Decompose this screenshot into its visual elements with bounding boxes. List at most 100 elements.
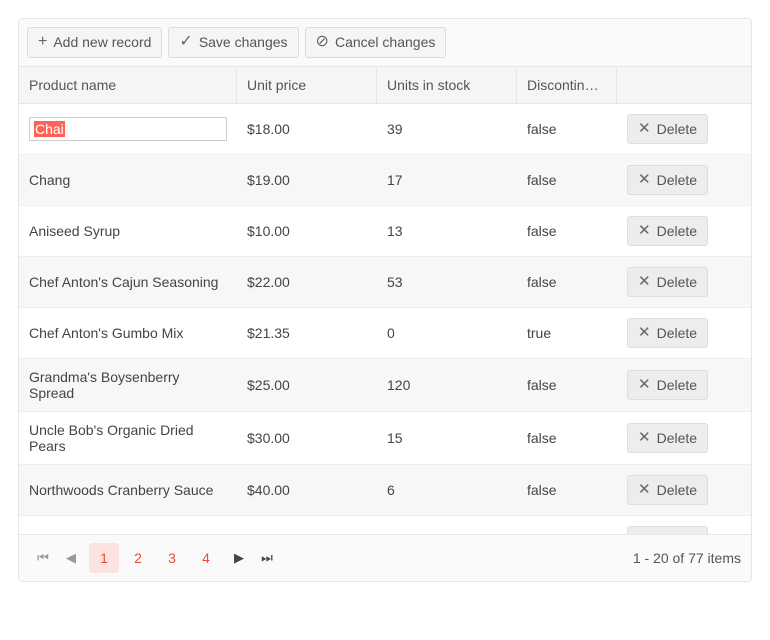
cell-units-in-stock[interactable]: 0 (377, 315, 517, 351)
cancel-changes-button[interactable]: ⊘ Cancel changes (305, 27, 447, 58)
close-icon: ✕ (638, 325, 651, 340)
cell-product-name[interactable]: Chef Anton's Cajun Seasoning (19, 264, 237, 300)
column-header-stock[interactable]: Units in stock (377, 67, 517, 103)
plus-icon: + (38, 34, 47, 50)
cell-product-name[interactable]: Aniseed Syrup (19, 213, 237, 249)
cell-commands: ✕Delete (617, 413, 751, 463)
table-row: Chang$19.0017false ✕ Delete (19, 155, 751, 206)
cell-discontinued[interactable]: true (517, 523, 617, 534)
delete-button[interactable]: ✕ Delete (627, 216, 708, 246)
cell-units-in-stock[interactable]: 39 (377, 111, 517, 147)
delete-button[interactable]: ✕ Delete (627, 370, 708, 400)
delete-label: Delete (657, 533, 697, 534)
cell-units-in-stock[interactable]: 53 (377, 264, 517, 300)
column-header-commands (617, 67, 751, 103)
delete-button[interactable]: ✕ Delete (627, 267, 708, 297)
cell-discontinued[interactable]: true (517, 315, 617, 351)
cell-unit-price[interactable]: $10.00 (237, 213, 377, 249)
delete-button[interactable]: ✕Delete (627, 318, 708, 348)
cancel-changes-label: Cancel changes (335, 34, 435, 51)
add-record-label: Add new record (53, 34, 151, 51)
column-header-discontinued[interactable]: Discontin… (517, 67, 617, 103)
delete-label: Delete (657, 121, 697, 137)
cell-commands: ✕ Delete (617, 360, 751, 410)
cell-product-name: Chai (19, 107, 237, 151)
table-row: Northwoods Cranberry Sauce$40.006false ✕ D… (19, 465, 751, 516)
save-changes-button[interactable]: ✓ Save changes (168, 27, 298, 58)
delete-label: Delete (657, 172, 697, 188)
cell-discontinued[interactable]: false (517, 162, 617, 198)
close-icon: ✕ (638, 121, 651, 136)
delete-button[interactable]: ✕ Delete (627, 165, 708, 195)
table-row: Uncle Bob's Organic Dried Pears$30.0015f… (19, 412, 751, 465)
close-icon: ✕ (638, 482, 651, 497)
cell-product-name[interactable]: Chang (19, 162, 237, 198)
table-row: Chai $18.0039false ✕ Delete (19, 104, 751, 155)
pager-next-icon[interactable]: ▶ (225, 544, 253, 572)
pager-pages: 1234 (89, 543, 221, 573)
delete-button[interactable]: ✕Delete (627, 423, 708, 453)
cell-product-name[interactable]: Uncle Bob's Organic Dried Pears (19, 412, 237, 464)
cell-unit-price[interactable]: $22.00 (237, 264, 377, 300)
table-row: Aniseed Syrup$10.0013false ✕ Delete (19, 206, 751, 257)
cell-discontinued[interactable]: false (517, 472, 617, 508)
close-icon: ✕ (638, 274, 651, 289)
cell-discontinued[interactable]: false (517, 111, 617, 147)
delete-button[interactable]: ✕ Delete (627, 114, 708, 144)
pager-first-icon[interactable]: ⏮ (29, 544, 57, 572)
cell-units-in-stock[interactable]: 15 (377, 420, 517, 456)
cell-units-in-stock[interactable]: 13 (377, 213, 517, 249)
close-icon: ✕ (638, 172, 651, 187)
cell-unit-price[interactable]: $40.00 (237, 472, 377, 508)
cell-unit-price[interactable]: $30.00 (237, 420, 377, 456)
cell-commands: ✕Delete (617, 308, 751, 358)
close-icon: ✕ (638, 533, 651, 534)
delete-label: Delete (657, 274, 697, 290)
pager-last-icon[interactable]: ⏭ (253, 544, 281, 572)
cell-product-name[interactable]: Grandma's Boysenberry Spread (19, 359, 237, 411)
pager-prev-icon[interactable]: ◀ (57, 544, 85, 572)
grid-toolbar: + Add new record ✓ Save changes ⊘ Cancel… (19, 19, 751, 67)
cell-discontinued[interactable]: false (517, 264, 617, 300)
cell-product-name[interactable]: Mishi Kobe Niku (19, 523, 237, 534)
cancel-icon: ⊘ (316, 34, 329, 50)
pager-page[interactable]: 1 (89, 543, 119, 573)
cell-units-in-stock[interactable]: 29 (377, 523, 517, 534)
data-grid: + Add new record ✓ Save changes ⊘ Cancel… (18, 18, 752, 582)
column-header-name[interactable]: Product name (19, 67, 237, 103)
cell-unit-price[interactable]: $21.35 (237, 315, 377, 351)
cell-units-in-stock[interactable]: 120 (377, 367, 517, 403)
cell-product-name[interactable]: Chef Anton's Gumbo Mix (19, 315, 237, 351)
table-row: Mishi Kobe Niku$97.0029true ✕ Delete (19, 516, 751, 534)
grid-body: Chai$18.0039false✕DeleteChang$19.0017fal… (19, 104, 751, 534)
cell-unit-price[interactable]: $97.00 (237, 523, 377, 534)
cell-unit-price[interactable]: $19.00 (237, 162, 377, 198)
delete-label: Delete (657, 223, 697, 239)
table-row: Chef Anton's Gumbo Mix$21.350true ✕Delete (19, 308, 751, 359)
product-name-input[interactable]: Chai (29, 117, 227, 141)
cell-units-in-stock[interactable]: 17 (377, 162, 517, 198)
pager-page[interactable]: 2 (123, 543, 153, 573)
input-selection: Chai (34, 121, 65, 137)
grid-pager: ⏮ ◀ 1234 ▶ ⏭ 1 - 20 of 77 items (19, 534, 751, 581)
column-header-price[interactable]: Unit price (237, 67, 377, 103)
close-icon: ✕ (638, 377, 651, 392)
cell-discontinued[interactable]: false (517, 420, 617, 456)
delete-label: Delete (657, 377, 697, 393)
delete-button[interactable]: ✕ Delete (627, 526, 708, 534)
pager-info: 1 - 20 of 77 items (633, 550, 741, 566)
close-icon: ✕ (638, 223, 651, 238)
cell-units-in-stock[interactable]: 6 (377, 472, 517, 508)
cell-discontinued[interactable]: false (517, 367, 617, 403)
pager-page[interactable]: 3 (157, 543, 187, 573)
cell-commands: ✕ Delete (617, 257, 751, 307)
pager-page[interactable]: 4 (191, 543, 221, 573)
delete-label: Delete (657, 482, 697, 498)
cell-commands: ✕ Delete (617, 104, 751, 154)
cell-discontinued[interactable]: false (517, 213, 617, 249)
delete-button[interactable]: ✕ Delete (627, 475, 708, 505)
cell-unit-price[interactable]: $18.00 (237, 111, 377, 147)
cell-product-name[interactable]: Northwoods Cranberry Sauce (19, 472, 237, 508)
cell-unit-price[interactable]: $25.00 (237, 367, 377, 403)
add-record-button[interactable]: + Add new record (27, 27, 162, 58)
